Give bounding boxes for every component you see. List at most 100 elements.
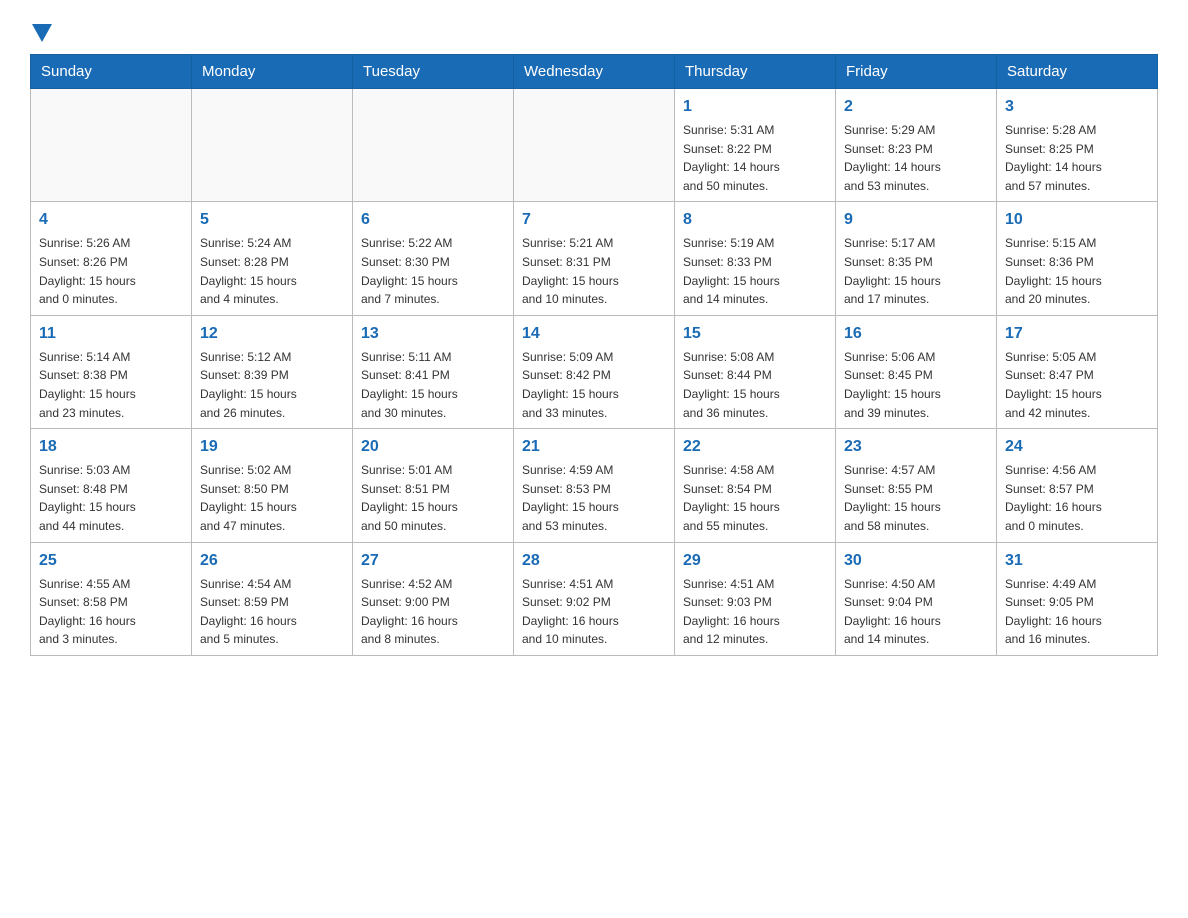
day-info: Sunrise: 4:49 AMSunset: 9:05 PMDaylight:… (1005, 575, 1149, 649)
day-number: 27 (361, 549, 505, 573)
calendar-cell (192, 89, 353, 202)
calendar-cell: 29Sunrise: 4:51 AMSunset: 9:03 PMDayligh… (675, 542, 836, 655)
day-info: Sunrise: 4:56 AMSunset: 8:57 PMDaylight:… (1005, 461, 1149, 535)
day-info: Sunrise: 5:11 AMSunset: 8:41 PMDaylight:… (361, 348, 505, 422)
day-number: 6 (361, 208, 505, 232)
logo-triangle-icon (32, 24, 52, 42)
day-info: Sunrise: 5:21 AMSunset: 8:31 PMDaylight:… (522, 234, 666, 308)
calendar-cell: 25Sunrise: 4:55 AMSunset: 8:58 PMDayligh… (31, 542, 192, 655)
day-number: 8 (683, 208, 827, 232)
day-number: 5 (200, 208, 344, 232)
calendar-cell: 8Sunrise: 5:19 AMSunset: 8:33 PMDaylight… (675, 202, 836, 315)
day-number: 4 (39, 208, 183, 232)
day-info: Sunrise: 4:59 AMSunset: 8:53 PMDaylight:… (522, 461, 666, 535)
weekday-header-tuesday: Tuesday (353, 55, 514, 89)
day-info: Sunrise: 5:06 AMSunset: 8:45 PMDaylight:… (844, 348, 988, 422)
day-number: 20 (361, 435, 505, 459)
calendar-cell: 9Sunrise: 5:17 AMSunset: 8:35 PMDaylight… (836, 202, 997, 315)
page-header (30, 20, 1158, 38)
day-number: 25 (39, 549, 183, 573)
day-info: Sunrise: 4:54 AMSunset: 8:59 PMDaylight:… (200, 575, 344, 649)
calendar-cell: 28Sunrise: 4:51 AMSunset: 9:02 PMDayligh… (514, 542, 675, 655)
day-info: Sunrise: 5:22 AMSunset: 8:30 PMDaylight:… (361, 234, 505, 308)
day-info: Sunrise: 4:51 AMSunset: 9:02 PMDaylight:… (522, 575, 666, 649)
day-number: 19 (200, 435, 344, 459)
day-info: Sunrise: 5:31 AMSunset: 8:22 PMDaylight:… (683, 121, 827, 195)
day-number: 24 (1005, 435, 1149, 459)
day-info: Sunrise: 4:51 AMSunset: 9:03 PMDaylight:… (683, 575, 827, 649)
calendar-cell: 24Sunrise: 4:56 AMSunset: 8:57 PMDayligh… (997, 429, 1158, 542)
calendar-cell: 1Sunrise: 5:31 AMSunset: 8:22 PMDaylight… (675, 89, 836, 202)
calendar-cell (353, 89, 514, 202)
weekday-header-sunday: Sunday (31, 55, 192, 89)
calendar-cell: 7Sunrise: 5:21 AMSunset: 8:31 PMDaylight… (514, 202, 675, 315)
calendar-cell: 2Sunrise: 5:29 AMSunset: 8:23 PMDaylight… (836, 89, 997, 202)
day-info: Sunrise: 4:50 AMSunset: 9:04 PMDaylight:… (844, 575, 988, 649)
day-number: 14 (522, 322, 666, 346)
calendar-cell: 21Sunrise: 4:59 AMSunset: 8:53 PMDayligh… (514, 429, 675, 542)
calendar-week-4: 18Sunrise: 5:03 AMSunset: 8:48 PMDayligh… (31, 429, 1158, 542)
day-info: Sunrise: 5:19 AMSunset: 8:33 PMDaylight:… (683, 234, 827, 308)
day-info: Sunrise: 5:17 AMSunset: 8:35 PMDaylight:… (844, 234, 988, 308)
day-number: 18 (39, 435, 183, 459)
day-number: 26 (200, 549, 344, 573)
day-info: Sunrise: 5:12 AMSunset: 8:39 PMDaylight:… (200, 348, 344, 422)
day-number: 12 (200, 322, 344, 346)
weekday-header-saturday: Saturday (997, 55, 1158, 89)
calendar-cell: 6Sunrise: 5:22 AMSunset: 8:30 PMDaylight… (353, 202, 514, 315)
calendar-table: SundayMondayTuesdayWednesdayThursdayFrid… (30, 54, 1158, 656)
calendar-cell: 22Sunrise: 4:58 AMSunset: 8:54 PMDayligh… (675, 429, 836, 542)
day-number: 17 (1005, 322, 1149, 346)
day-info: Sunrise: 5:29 AMSunset: 8:23 PMDaylight:… (844, 121, 988, 195)
calendar-cell: 12Sunrise: 5:12 AMSunset: 8:39 PMDayligh… (192, 315, 353, 428)
day-number: 15 (683, 322, 827, 346)
day-number: 3 (1005, 95, 1149, 119)
day-info: Sunrise: 5:05 AMSunset: 8:47 PMDaylight:… (1005, 348, 1149, 422)
day-number: 30 (844, 549, 988, 573)
calendar-header-row: SundayMondayTuesdayWednesdayThursdayFrid… (31, 55, 1158, 89)
day-number: 28 (522, 549, 666, 573)
day-info: Sunrise: 5:08 AMSunset: 8:44 PMDaylight:… (683, 348, 827, 422)
day-number: 16 (844, 322, 988, 346)
calendar-cell: 3Sunrise: 5:28 AMSunset: 8:25 PMDaylight… (997, 89, 1158, 202)
day-number: 21 (522, 435, 666, 459)
day-number: 13 (361, 322, 505, 346)
calendar-cell: 20Sunrise: 5:01 AMSunset: 8:51 PMDayligh… (353, 429, 514, 542)
weekday-header-wednesday: Wednesday (514, 55, 675, 89)
calendar-cell: 11Sunrise: 5:14 AMSunset: 8:38 PMDayligh… (31, 315, 192, 428)
day-info: Sunrise: 5:02 AMSunset: 8:50 PMDaylight:… (200, 461, 344, 535)
calendar-week-1: 1Sunrise: 5:31 AMSunset: 8:22 PMDaylight… (31, 89, 1158, 202)
day-info: Sunrise: 5:09 AMSunset: 8:42 PMDaylight:… (522, 348, 666, 422)
day-number: 2 (844, 95, 988, 119)
calendar-cell: 5Sunrise: 5:24 AMSunset: 8:28 PMDaylight… (192, 202, 353, 315)
day-info: Sunrise: 5:24 AMSunset: 8:28 PMDaylight:… (200, 234, 344, 308)
day-info: Sunrise: 5:01 AMSunset: 8:51 PMDaylight:… (361, 461, 505, 535)
calendar-week-2: 4Sunrise: 5:26 AMSunset: 8:26 PMDaylight… (31, 202, 1158, 315)
calendar-cell: 10Sunrise: 5:15 AMSunset: 8:36 PMDayligh… (997, 202, 1158, 315)
calendar-week-5: 25Sunrise: 4:55 AMSunset: 8:58 PMDayligh… (31, 542, 1158, 655)
calendar-cell: 31Sunrise: 4:49 AMSunset: 9:05 PMDayligh… (997, 542, 1158, 655)
day-number: 11 (39, 322, 183, 346)
calendar-cell: 18Sunrise: 5:03 AMSunset: 8:48 PMDayligh… (31, 429, 192, 542)
calendar-cell: 19Sunrise: 5:02 AMSunset: 8:50 PMDayligh… (192, 429, 353, 542)
day-number: 1 (683, 95, 827, 119)
calendar-cell (514, 89, 675, 202)
day-info: Sunrise: 5:03 AMSunset: 8:48 PMDaylight:… (39, 461, 183, 535)
day-number: 23 (844, 435, 988, 459)
calendar-cell: 4Sunrise: 5:26 AMSunset: 8:26 PMDaylight… (31, 202, 192, 315)
day-info: Sunrise: 5:14 AMSunset: 8:38 PMDaylight:… (39, 348, 183, 422)
calendar-cell: 23Sunrise: 4:57 AMSunset: 8:55 PMDayligh… (836, 429, 997, 542)
calendar-week-3: 11Sunrise: 5:14 AMSunset: 8:38 PMDayligh… (31, 315, 1158, 428)
logo (30, 20, 54, 38)
calendar-cell: 26Sunrise: 4:54 AMSunset: 8:59 PMDayligh… (192, 542, 353, 655)
day-info: Sunrise: 4:57 AMSunset: 8:55 PMDaylight:… (844, 461, 988, 535)
day-number: 31 (1005, 549, 1149, 573)
day-info: Sunrise: 5:26 AMSunset: 8:26 PMDaylight:… (39, 234, 183, 308)
day-number: 10 (1005, 208, 1149, 232)
day-info: Sunrise: 4:55 AMSunset: 8:58 PMDaylight:… (39, 575, 183, 649)
calendar-cell: 15Sunrise: 5:08 AMSunset: 8:44 PMDayligh… (675, 315, 836, 428)
calendar-cell: 30Sunrise: 4:50 AMSunset: 9:04 PMDayligh… (836, 542, 997, 655)
weekday-header-monday: Monday (192, 55, 353, 89)
weekday-header-friday: Friday (836, 55, 997, 89)
day-number: 22 (683, 435, 827, 459)
